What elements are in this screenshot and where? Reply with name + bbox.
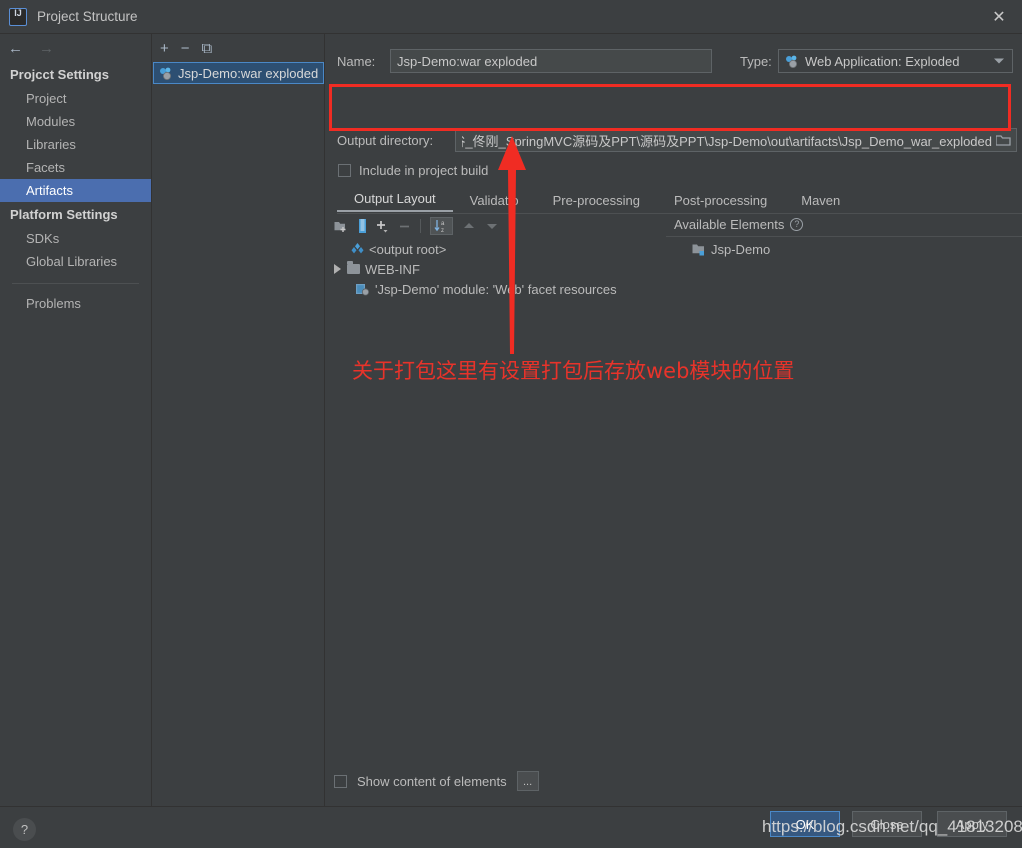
show-content-row: Show content of elements ... [334, 771, 539, 791]
add-element-icon[interactable] [376, 219, 389, 233]
close-icon[interactable]: ✕ [976, 0, 1022, 34]
detail-tabs: Output Layout Validatio Pre-processing P… [337, 188, 1022, 212]
tree-row-label: WEB-INF [365, 261, 420, 277]
tab-maven[interactable]: Maven [784, 193, 857, 212]
intellij-idea-icon [9, 7, 27, 26]
tab-pre-processing[interactable]: Pre-processing [536, 193, 657, 212]
type-label: Type: [740, 53, 772, 69]
folder-icon [347, 261, 360, 274]
sidebar-item-problems[interactable]: Problems [0, 292, 151, 315]
add-directory-icon[interactable] [334, 220, 349, 233]
sidebar-item-sdks[interactable]: SDKs [0, 227, 151, 250]
project-structure-dialog: Project Structure ✕ ← → Projcct Settings… [0, 0, 1022, 848]
available-tree-row[interactable]: Jsp-Demo [692, 239, 770, 259]
settings-sidebar: ← → Projcct Settings Project Modules Lib… [0, 34, 152, 806]
name-row: Name: Jsp-Demo:war exploded Type: Web Ap… [337, 48, 1022, 74]
available-tree-row-label: Jsp-Demo [711, 241, 771, 257]
move-up-icon [462, 220, 476, 232]
name-input[interactable]: Jsp-Demo:war exploded [390, 49, 712, 73]
toolbar-divider [420, 219, 421, 233]
available-elements-divider [666, 236, 1022, 237]
window-title: Project Structure [37, 9, 138, 24]
sidebar-divider [12, 283, 139, 284]
svg-text:a: a [441, 221, 445, 227]
module-facet-icon [356, 283, 370, 296]
chevron-right-icon[interactable] [334, 264, 341, 274]
artifact-list-item[interactable]: Jsp-Demo:war exploded [153, 62, 324, 84]
chevron-down-icon [994, 58, 1004, 64]
more-options-button[interactable]: ... [516, 771, 539, 791]
artifacts-list-panel: + − ⧉ Jsp-Demo:war exploded [153, 34, 325, 806]
remove-artifact-button[interactable]: − [181, 41, 190, 56]
include-in-build-label: Include in project build [359, 163, 489, 178]
sidebar-item-modules[interactable]: Modules [0, 110, 151, 133]
artifact-list-item-label: Jsp-Demo:war exploded [178, 65, 319, 81]
sidebar-item-global-libraries[interactable]: Global Libraries [0, 250, 151, 273]
folder-browse-icon[interactable] [996, 134, 1011, 147]
help-icon[interactable]: ? [13, 818, 36, 841]
output-directory-label: Output directory: [337, 132, 434, 148]
artifacts-toolbar: + − ⧉ [153, 34, 324, 62]
tabs-underline [337, 213, 1022, 214]
svg-text:z: z [441, 228, 444, 233]
red-up-arrow [498, 136, 526, 354]
output-directory-input[interactable]: 硅谷_佟刚_SpringMVC源码及PPT\源码及PPT\Jsp-Demo\ou… [455, 128, 1017, 152]
type-dropdown[interactable]: Web Application: Exploded [778, 49, 1013, 73]
back-icon[interactable]: ← [8, 41, 23, 56]
name-label: Name: [337, 53, 376, 69]
help-icon[interactable]: ? [790, 218, 804, 231]
sidebar-item-project[interactable]: Project [0, 87, 151, 110]
available-elements-tree: Jsp-Demo [692, 239, 770, 259]
output-directory-value: 硅谷_佟刚_SpringMVC源码及PPT\源码及PPT\Jsp-Demo\ou… [462, 133, 992, 149]
sidebar-nav: ← → [0, 34, 151, 62]
artifact-icon [160, 67, 171, 80]
remove-icon [398, 220, 411, 233]
type-dropdown-value: Web Application: Exploded [805, 53, 960, 69]
copy-artifact-button[interactable]: ⧉ [202, 41, 213, 56]
available-elements-label: Available Elements [674, 217, 785, 232]
sidebar-group-project-settings: Projcct Settings [10, 67, 109, 82]
artifact-detail-panel: Name: Jsp-Demo:war exploded Type: Web Ap… [326, 34, 1022, 806]
show-content-checkbox[interactable] [334, 774, 347, 788]
show-content-label: Show content of elements [357, 773, 507, 789]
tab-output-layout[interactable]: Output Layout [337, 191, 453, 212]
available-elements-header: Available Elements ? [674, 217, 804, 232]
tree-row-label: <output root> [369, 241, 447, 257]
sort-alphabetically-icon[interactable]: a z [430, 217, 453, 235]
tab-post-processing[interactable]: Post-processing [657, 193, 784, 212]
include-in-build-checkbox[interactable] [338, 164, 351, 177]
artifact-icon [786, 55, 797, 68]
artifact-root-icon [351, 242, 364, 253]
add-artifact-button[interactable]: + [160, 41, 169, 56]
sidebar-item-facets[interactable]: Facets [0, 156, 151, 179]
title-bar: Project Structure ✕ [0, 0, 1022, 34]
sidebar-group-platform-settings: Platform Settings [10, 207, 118, 222]
output-layout-toolbar: a z [334, 216, 499, 236]
add-archive-icon[interactable] [358, 219, 367, 233]
include-in-build-row[interactable]: Include in project build [338, 163, 488, 178]
annotation-note: 关于打包这里有设置打包后存放web模块的位置 [352, 359, 795, 383]
module-icon [692, 244, 704, 255]
watermark: https://blog.csdn.net/qq_41813208 [762, 817, 1022, 836]
output-directory-row: Output directory: 硅谷_佟刚_SpringMVC源码及PPT\… [337, 127, 1019, 153]
forward-icon[interactable]: → [39, 41, 54, 56]
sidebar-item-libraries[interactable]: Libraries [0, 133, 151, 156]
sidebar-item-artifacts[interactable]: Artifacts [0, 179, 151, 202]
